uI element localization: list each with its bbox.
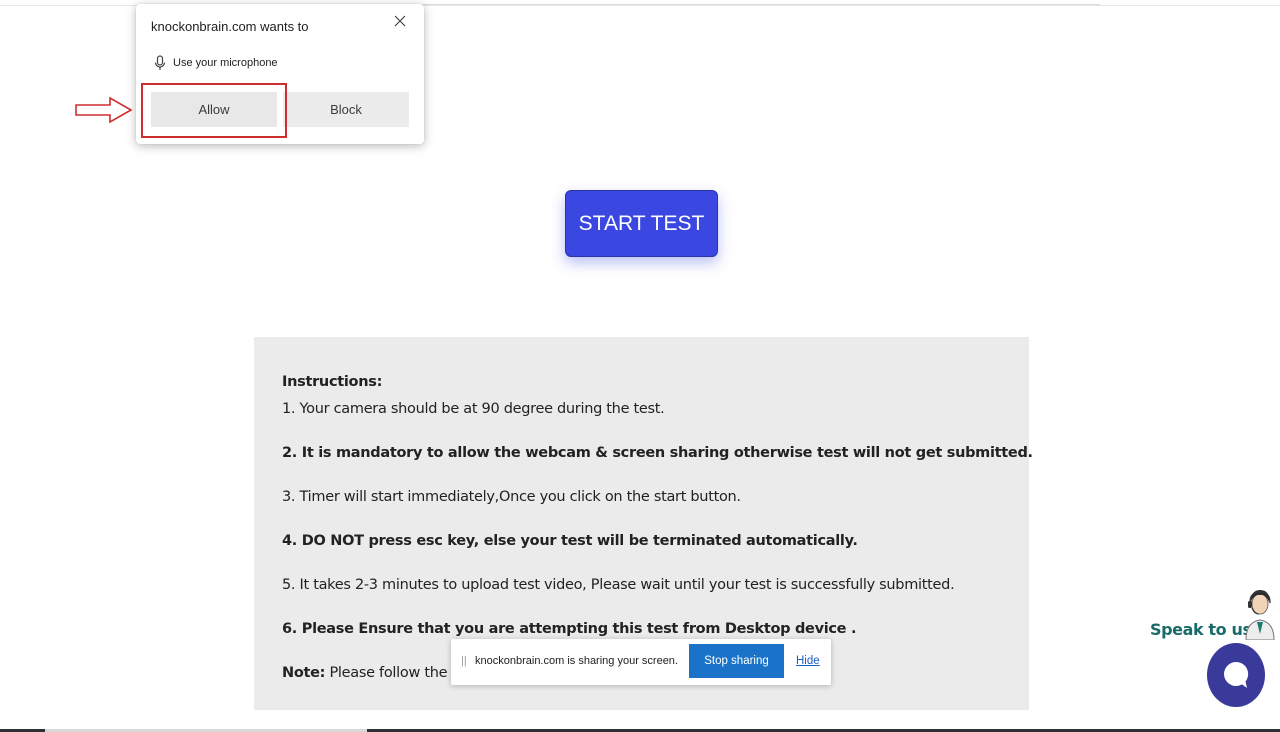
support-agent-avatar[interactable] xyxy=(1240,582,1280,640)
close-icon[interactable] xyxy=(392,13,408,29)
block-button[interactable]: Block xyxy=(283,92,409,127)
permission-text: Use your microphone xyxy=(173,57,278,69)
chat-bubble-icon[interactable] xyxy=(1207,643,1265,707)
microphone-icon xyxy=(154,55,166,71)
instruction-item: 6. Please Ensure that you are attempting… xyxy=(282,621,857,637)
sharing-status-text: knockonbrain.com is sharing your screen. xyxy=(475,655,678,667)
note-line: Note: Please follow the in xyxy=(282,665,464,681)
drag-handle-icon[interactable]: || xyxy=(461,655,467,667)
pointer-arrow-icon xyxy=(75,96,133,124)
note-text: Please follow the in xyxy=(329,665,465,681)
instruction-item: 4. DO NOT press esc key, else your test … xyxy=(282,533,858,549)
permission-row: Use your microphone xyxy=(154,54,278,72)
allow-highlight-box xyxy=(141,83,287,138)
instruction-item: 5. It takes 2-3 minutes to upload test v… xyxy=(282,577,955,593)
stop-sharing-button[interactable]: Stop sharing xyxy=(689,644,784,678)
instruction-item: 1. Your camera should be at 90 degree du… xyxy=(282,401,665,417)
screen-sharing-bar: || knockonbrain.com is sharing your scre… xyxy=(451,639,831,685)
start-test-button[interactable]: START TEST xyxy=(565,190,718,257)
instruction-item: 2. It is mandatory to allow the webcam &… xyxy=(282,445,1033,461)
hide-link[interactable]: Hide xyxy=(796,655,820,667)
instructions-heading: Instructions: xyxy=(282,374,383,390)
instruction-item: 3. Timer will start immediately,Once you… xyxy=(282,489,741,505)
note-label: Note: xyxy=(282,665,326,681)
permission-title: knockonbrain.com wants to xyxy=(151,19,309,34)
